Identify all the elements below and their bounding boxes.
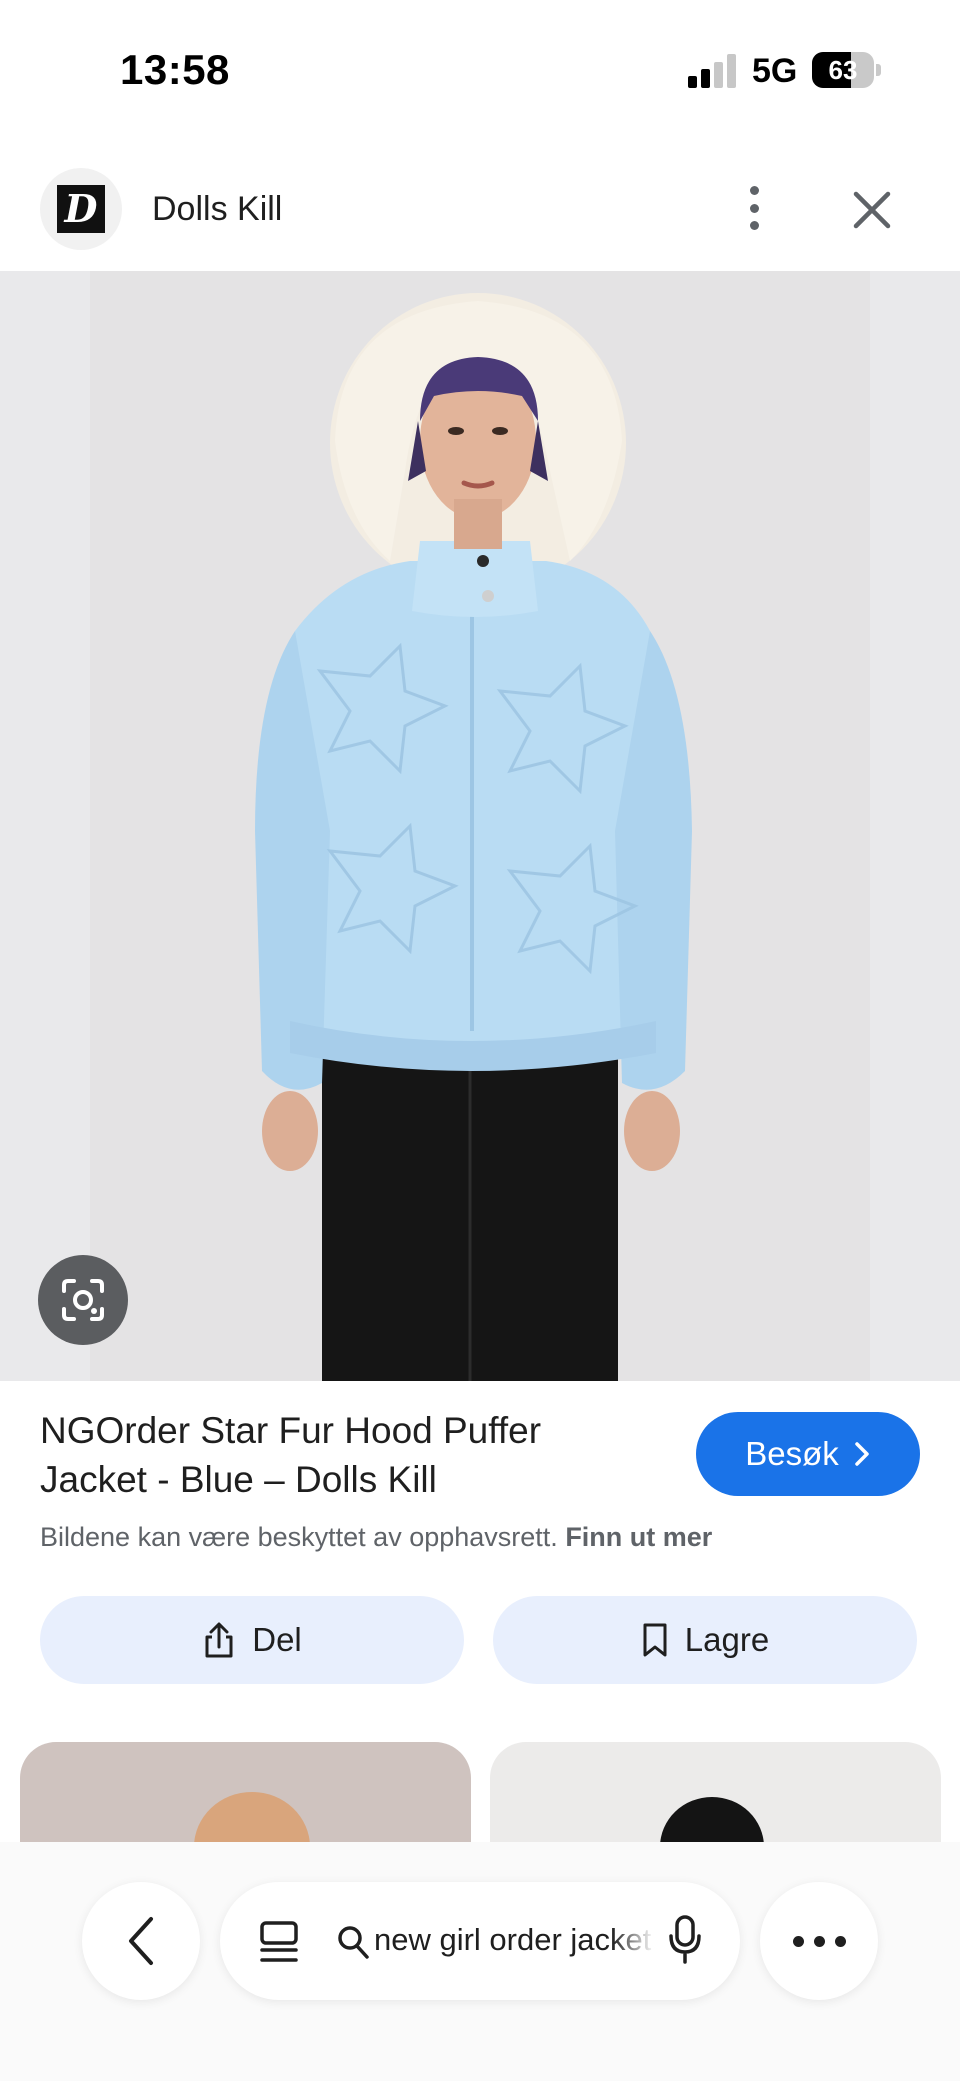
- search-icon: [338, 1926, 369, 1959]
- chevron-left-icon: [129, 1917, 153, 1965]
- source-header: D Dolls Kill: [0, 160, 960, 270]
- battery-level: 63: [828, 54, 858, 85]
- save-label: Lagre: [684, 1621, 770, 1658]
- share-icon: [205, 1622, 233, 1658]
- back-button[interactable]: [82, 1882, 200, 2000]
- more-horiz-icon[interactable]: [760, 1882, 878, 2000]
- visit-button-label: Besøk: [745, 1435, 839, 1472]
- battery-icon: 63: [812, 52, 874, 88]
- result-title[interactable]: NGOrder Star Fur Hood Puffer Jacket - Bl…: [40, 1406, 640, 1504]
- logo-letter: D: [64, 186, 98, 231]
- search-bar[interactable]: new girl order jacket: [220, 1882, 740, 2000]
- model-illustration: [255, 293, 692, 1381]
- status-time: 13:58: [120, 46, 230, 93]
- copyright-notice: Bildene kan være beskyttet av opphavsret…: [40, 1522, 712, 1553]
- battery-cap: [876, 64, 881, 76]
- chevron-right-icon: [855, 1442, 869, 1466]
- search-query[interactable]: new girl order jacket: [374, 1922, 654, 1958]
- lens-camera-icon[interactable]: [38, 1255, 128, 1345]
- more-vert-icon[interactable]: [734, 180, 774, 236]
- bookmark-icon: [643, 1623, 667, 1657]
- related-image-thumbnail[interactable]: [20, 1742, 471, 1842]
- share-button[interactable]: Del: [40, 1596, 464, 1684]
- copyright-text: Bildene kan være beskyttet av opphavsret…: [40, 1522, 558, 1552]
- dolls-kill-logo-icon: D: [57, 185, 105, 233]
- tabs-icon[interactable]: [258, 1920, 300, 1964]
- source-name[interactable]: Dolls Kill: [152, 190, 282, 229]
- product-photo[interactable]: [90, 271, 870, 1381]
- save-button[interactable]: Lagre: [493, 1596, 917, 1684]
- learn-more-link[interactable]: Finn ut mer: [565, 1522, 712, 1552]
- source-logo[interactable]: D: [40, 168, 122, 250]
- related-image-thumbnail[interactable]: [490, 1742, 941, 1842]
- signal-icon: [688, 54, 738, 88]
- mic-icon[interactable]: [668, 1914, 702, 1966]
- share-label: Del: [252, 1621, 302, 1658]
- product-image-area[interactable]: [0, 271, 960, 1381]
- status-bar: 13:58 5G 63: [0, 0, 960, 140]
- close-icon[interactable]: [846, 184, 898, 236]
- visit-button[interactable]: Besøk: [696, 1412, 920, 1496]
- network-label: 5G: [752, 52, 798, 90]
